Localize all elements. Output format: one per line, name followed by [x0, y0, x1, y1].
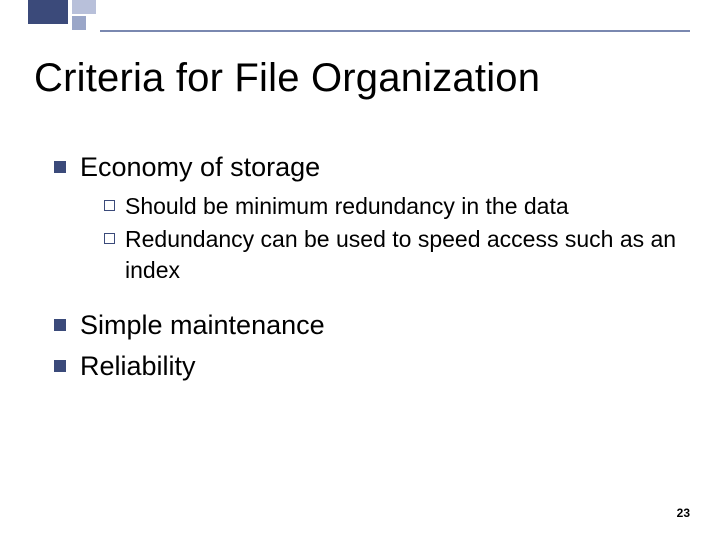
open-square-bullet-icon — [104, 200, 115, 211]
page-number: 23 — [677, 506, 690, 520]
sub-bullet-text: Redundancy can be used to speed access s… — [125, 224, 680, 286]
deco-horizontal-line — [100, 30, 690, 32]
open-square-bullet-icon — [104, 233, 115, 244]
deco-square-small-bottom — [72, 16, 86, 30]
sub-bullet-group: Should be minimum redundancy in the data… — [104, 191, 680, 286]
bullet-level2: Should be minimum redundancy in the data — [104, 191, 680, 222]
deco-square-large — [28, 0, 68, 24]
slide-title: Criteria for File Organization — [34, 56, 540, 101]
slide-content: Economy of storage Should be minimum red… — [54, 150, 680, 390]
sub-bullet-text: Should be minimum redundancy in the data — [125, 191, 569, 222]
bullet-text: Economy of storage — [80, 150, 320, 185]
bullet-text: Reliability — [80, 349, 196, 384]
bullet-text: Simple maintenance — [80, 308, 325, 343]
bullet-level1: Economy of storage — [54, 150, 680, 185]
square-bullet-icon — [54, 319, 66, 331]
deco-square-small-top — [72, 0, 96, 14]
bullet-level2: Redundancy can be used to speed access s… — [104, 224, 680, 286]
header-decoration — [0, 0, 720, 36]
square-bullet-icon — [54, 161, 66, 173]
bullet-level1: Reliability — [54, 349, 680, 384]
bullet-level1: Simple maintenance — [54, 308, 680, 343]
square-bullet-icon — [54, 360, 66, 372]
